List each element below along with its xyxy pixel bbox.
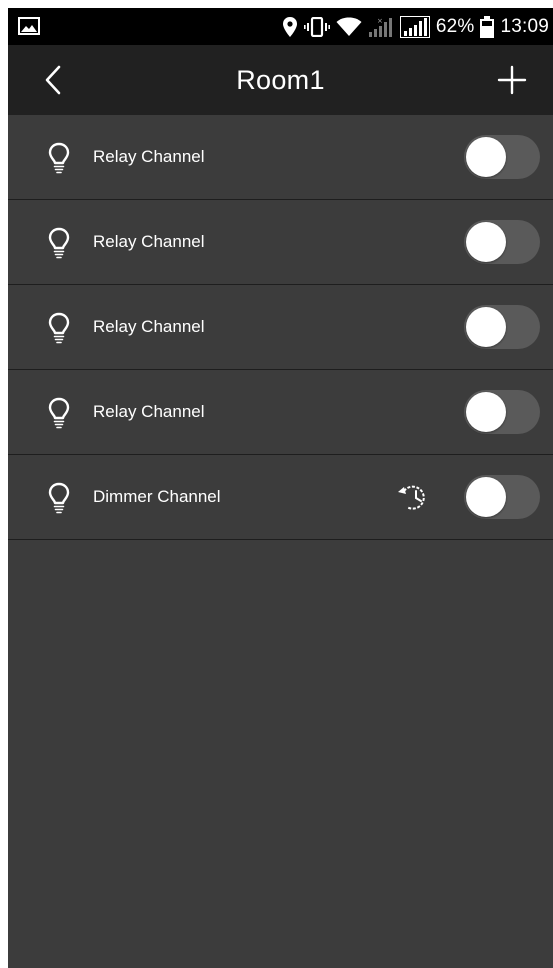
plus-icon [497,65,527,95]
channel-list: Relay Channel Relay Channel Relay Channe… [8,115,553,540]
channel-toggle[interactable] [464,305,540,349]
image-notification-icon [18,17,40,40]
status-time: 13:09 [500,15,549,37]
list-item[interactable]: Relay Channel [8,370,553,455]
channel-label: Relay Channel [93,402,205,421]
channel-label: Relay Channel [93,232,205,251]
toggle-knob [466,222,506,262]
svg-text:×: × [377,17,383,25]
wifi-icon [336,17,362,37]
battery-icon [480,15,495,38]
app-bar: Room1 [8,45,553,115]
location-icon [282,16,298,38]
status-bar: × 62% 13:09 [8,8,553,45]
list-item[interactable]: Relay Channel [8,285,553,370]
channel-label: Dimmer Channel [93,487,221,506]
toggle-knob [466,307,506,347]
add-button[interactable] [493,61,531,99]
bulb-icon [48,482,70,514]
bulb-icon [48,227,70,259]
toggle-knob [466,392,506,432]
channel-toggle[interactable] [464,220,540,264]
back-button[interactable] [36,63,70,97]
signal-icon [399,15,430,38]
status-icons: × 62% 13:09 [282,8,549,45]
channel-label: Relay Channel [93,317,205,336]
channel-label: Relay Channel [93,147,205,166]
list-item[interactable]: Relay Channel [8,115,553,200]
list-item[interactable]: Relay Channel [8,200,553,285]
vibrate-icon [303,16,330,37]
page-title: Room1 [236,64,325,95]
signal-icon: × [368,16,394,38]
app-screen: × 62% 13:09 Room1 Relay Channel Relay Ch… [8,8,553,968]
channel-toggle[interactable] [464,135,540,179]
toggle-knob [466,137,506,177]
timer-schedule-icon[interactable] [396,482,430,512]
bulb-icon [48,312,70,344]
channel-toggle[interactable] [464,390,540,434]
toggle-knob [466,477,506,517]
bulb-icon [48,397,70,429]
chevron-left-icon [45,65,61,95]
battery-percent: 62% [435,15,475,37]
channel-toggle[interactable] [464,475,540,519]
list-item[interactable]: Dimmer Channel [8,455,553,540]
bulb-icon [48,142,70,174]
